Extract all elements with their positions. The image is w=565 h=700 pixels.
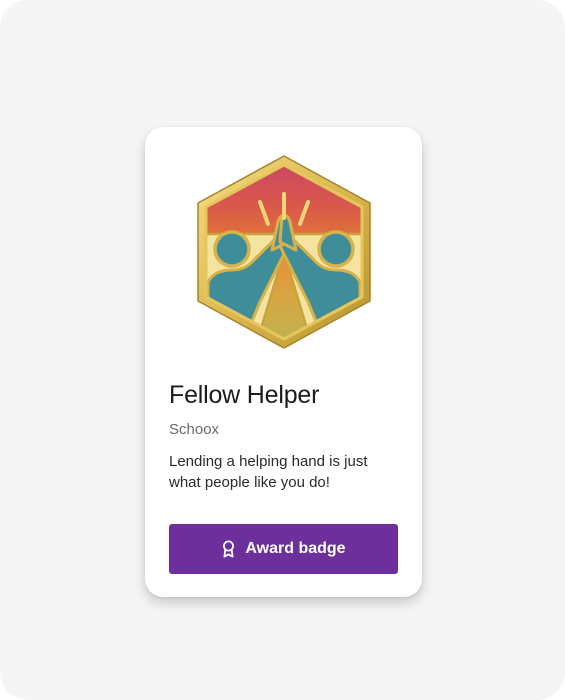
award-ribbon-icon <box>221 540 236 558</box>
badge-description: Lending a helping hand is just what peop… <box>169 453 368 491</box>
badge-card: Fellow Helper Schoox Lending a helping h… <box>145 127 422 597</box>
award-badge-label: Award badge <box>245 540 346 557</box>
badge-image <box>196 152 372 352</box>
badge-title: Fellow Helper <box>169 381 320 409</box>
badge-issuer: Schoox <box>169 421 220 438</box>
page-background: Fellow Helper Schoox Lending a helping h… <box>0 0 565 700</box>
award-badge-button[interactable]: Award badge <box>169 524 398 574</box>
